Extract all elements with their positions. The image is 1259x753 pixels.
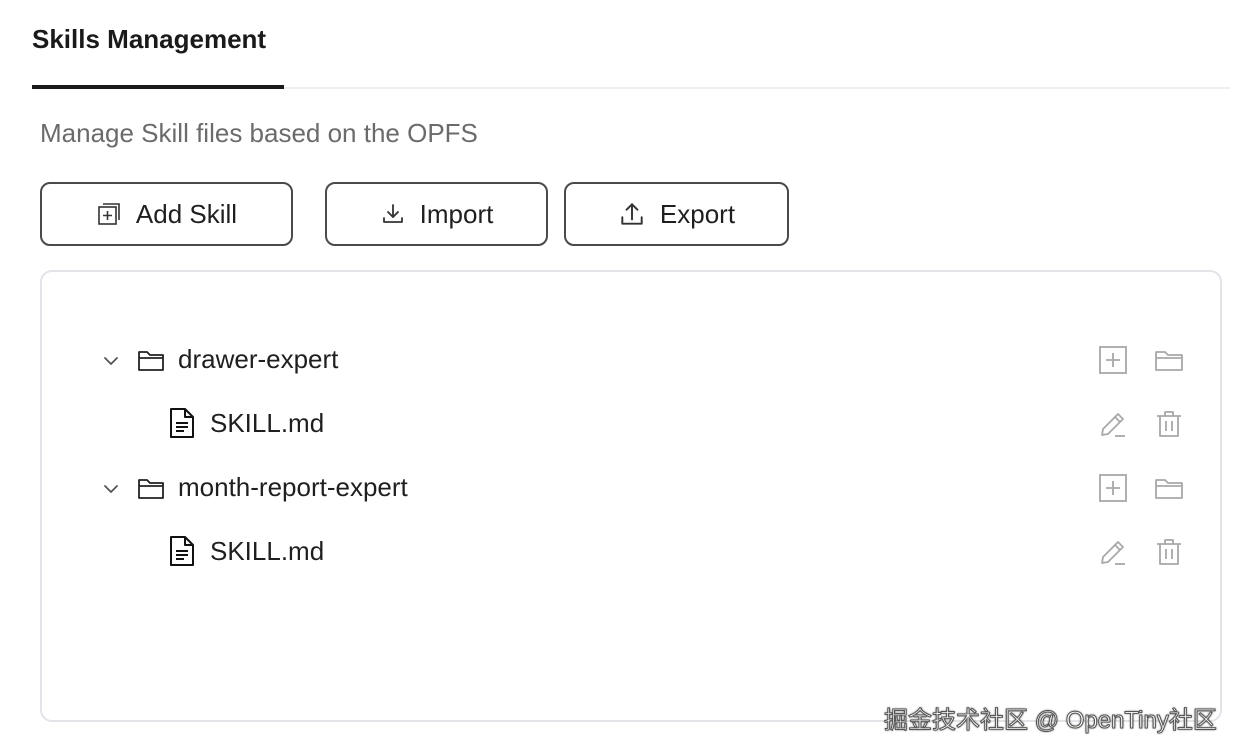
tree-file-row[interactable]: SKILL.md xyxy=(42,524,1220,580)
pencil-icon[interactable] xyxy=(1097,536,1129,573)
import-label: Import xyxy=(419,198,494,229)
tree-file-row[interactable]: SKILL.md xyxy=(42,396,1220,452)
folder-name: month-report-expert xyxy=(178,472,408,502)
skill-tree-panel: drawer-expert SKILL.md month-report-expe… xyxy=(40,270,1222,722)
file-name: SKILL.md xyxy=(210,408,325,438)
export-button[interactable]: Export xyxy=(564,182,789,246)
upload-icon xyxy=(618,200,646,228)
file-name: SKILL.md xyxy=(210,536,325,566)
tree-folder-row[interactable]: drawer-expert xyxy=(42,332,1220,388)
folder-name: drawer-expert xyxy=(178,344,339,374)
file-text-icon xyxy=(168,534,196,573)
import-button[interactable]: Import xyxy=(325,182,548,246)
plus-square-icon[interactable] xyxy=(1097,344,1129,381)
pencil-icon[interactable] xyxy=(1097,408,1129,445)
tab-label: Skills Management xyxy=(32,24,267,54)
add-skill-label: Add Skill xyxy=(135,198,238,229)
export-label: Export xyxy=(659,198,736,229)
file-text-icon xyxy=(168,406,196,445)
add-skill-button[interactable]: Add Skill xyxy=(40,182,293,246)
tab-skills-management[interactable]: Skills Management xyxy=(32,24,284,89)
add-square-icon xyxy=(96,201,122,227)
page-subtitle: Manage Skill files based on the OPFS xyxy=(40,118,478,148)
tree-folder-row[interactable]: month-report-expert xyxy=(42,460,1220,516)
watermark: 掘金技术社区 @ OpenTiny社区 xyxy=(884,707,1218,735)
plus-square-icon[interactable] xyxy=(1097,472,1129,509)
folder-open-icon[interactable] xyxy=(1153,472,1185,509)
chevron-down-icon[interactable] xyxy=(100,350,122,377)
trash-icon[interactable] xyxy=(1153,536,1185,573)
folder-open-icon[interactable] xyxy=(1153,344,1185,381)
folder-icon xyxy=(136,474,166,507)
folder-icon xyxy=(136,346,166,379)
download-icon xyxy=(380,201,406,227)
chevron-down-icon[interactable] xyxy=(100,478,122,505)
trash-icon[interactable] xyxy=(1153,408,1185,445)
tab-bar: Skills Management xyxy=(32,0,1230,89)
